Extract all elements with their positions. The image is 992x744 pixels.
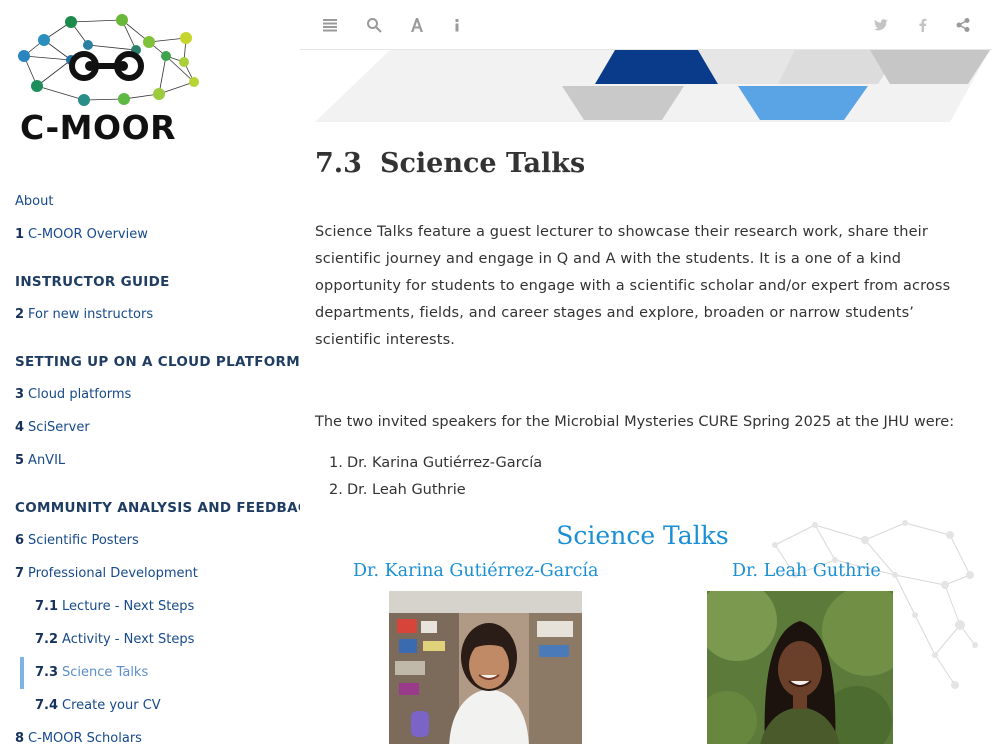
section-number: 7.3 bbox=[315, 148, 362, 179]
figure-speaker-right-name: Dr. Leah Guthrie bbox=[732, 561, 881, 581]
nav-label: C-MOOR Scholars bbox=[28, 731, 142, 744]
nav-number: 1 bbox=[15, 227, 25, 242]
font-settings-icon[interactable] bbox=[407, 14, 427, 36]
sidebar: C-MOOR About 1 C-MOOR Overview INSTRUCTOR… bbox=[0, 0, 300, 744]
logo-text: C-MOOR bbox=[20, 108, 177, 147]
figure-title: Science Talks bbox=[556, 521, 729, 550]
nav-number: 7.3 bbox=[35, 665, 59, 680]
science-talks-figure: Science Talks Dr. Karina Gutiérrez-Garcí… bbox=[315, 515, 980, 744]
nav-label: About bbox=[15, 194, 54, 209]
nav-item-science-talks[interactable]: 7.3 Science Talks bbox=[35, 665, 148, 680]
nav-number: 2 bbox=[15, 307, 25, 322]
speaker-name: Dr. Leah Guthrie bbox=[347, 482, 466, 498]
nav-label: AnVIL bbox=[28, 453, 66, 468]
nav-label: C-MOOR Overview bbox=[28, 227, 148, 242]
nav-number: 5 bbox=[15, 453, 25, 468]
twitter-icon[interactable] bbox=[871, 14, 891, 36]
nav-item-sciserver[interactable]: 4 SciServer bbox=[15, 420, 90, 435]
nav-label: Create your CV bbox=[62, 698, 161, 713]
figure-speaker-left-name: Dr. Karina Gutiérrez-García bbox=[353, 561, 599, 581]
nav-number: 6 bbox=[15, 533, 25, 548]
speaker-list: 1. Dr. Karina Gutiérrez-García 2. Dr. Leah… bbox=[329, 450, 542, 504]
nav-item-cloud-platforms[interactable]: 3 Cloud platforms bbox=[15, 387, 131, 402]
book-toolbar bbox=[300, 0, 992, 50]
nav-label: Activity - Next Steps bbox=[62, 632, 195, 647]
nav-item-c-moor-scholars[interactable]: 8 C-MOOR Scholars bbox=[15, 731, 142, 744]
info-icon[interactable] bbox=[447, 14, 467, 36]
nav-number: 7.2 bbox=[35, 632, 59, 647]
nav-item-scientific-posters[interactable]: 6 Scientific Posters bbox=[15, 533, 139, 548]
nav-number: 7.1 bbox=[35, 599, 59, 614]
search-icon[interactable] bbox=[364, 14, 384, 36]
nav-item-professional-development[interactable]: 7 Professional Development bbox=[15, 566, 198, 581]
nav-label: Lecture - Next Steps bbox=[62, 599, 195, 614]
nav-label: Scientific Posters bbox=[28, 533, 139, 548]
list-item: 1. Dr. Karina Gutiérrez-García bbox=[329, 450, 542, 477]
facebook-icon[interactable] bbox=[913, 14, 933, 36]
nav-part-instructor-guide: INSTRUCTOR GUIDE bbox=[15, 274, 170, 290]
speaker-name: Dr. Karina Gutiérrez-García bbox=[347, 455, 543, 471]
nav-item-anvil[interactable]: 5 AnVIL bbox=[15, 453, 65, 468]
nav-part-community-analysis: COMMUNITY ANALYSIS AND FEEDBACK bbox=[15, 500, 300, 516]
nav-item-lecture-next-steps[interactable]: 7.1 Lecture - Next Steps bbox=[35, 599, 194, 614]
nav-label: Science Talks bbox=[62, 665, 149, 680]
nav-part-cloud-platform: SETTING UP ON A CLOUD PLATFORM bbox=[15, 354, 300, 370]
list-item: 2. Dr. Leah Guthrie bbox=[329, 477, 542, 504]
nav-item-activity-next-steps[interactable]: 7.2 Activity - Next Steps bbox=[35, 632, 194, 647]
speaker-photo-right bbox=[707, 591, 893, 744]
speakers-paragraph: The two invited speakers for the Microbi… bbox=[315, 414, 955, 430]
intro-paragraph: Science Talks feature a guest lecturer t… bbox=[315, 224, 951, 348]
nav-number: 3 bbox=[15, 387, 25, 402]
nav-label: SciServer bbox=[28, 420, 90, 435]
speaker-photo-left bbox=[389, 591, 582, 744]
section-title-text: Science Talks bbox=[379, 148, 586, 179]
toc-list-icon[interactable] bbox=[320, 14, 340, 36]
nav-item-create-cv[interactable]: 7.4 Create your CV bbox=[35, 698, 161, 713]
nav-number: 7.4 bbox=[35, 698, 59, 713]
nav-item-new-instructors[interactable]: 2 For new instructors bbox=[15, 307, 153, 322]
nav-number: 8 bbox=[15, 731, 25, 744]
nav-number: 7 bbox=[15, 566, 25, 581]
nav-label: For new instructors bbox=[28, 307, 154, 322]
decorative-banner bbox=[315, 50, 990, 122]
list-number: 2. bbox=[329, 482, 343, 498]
nav-item-about[interactable]: About bbox=[15, 194, 53, 209]
nav-item-overview[interactable]: 1 C-MOOR Overview bbox=[15, 227, 148, 242]
share-icon[interactable] bbox=[953, 14, 973, 36]
nav-label: Cloud platforms bbox=[28, 387, 132, 402]
nav-number: 4 bbox=[15, 420, 25, 435]
page-title: 7.3 Science Talks bbox=[315, 148, 585, 179]
list-number: 1. bbox=[329, 455, 343, 471]
nav-label: Professional Development bbox=[28, 566, 198, 581]
active-indicator bbox=[20, 657, 24, 689]
